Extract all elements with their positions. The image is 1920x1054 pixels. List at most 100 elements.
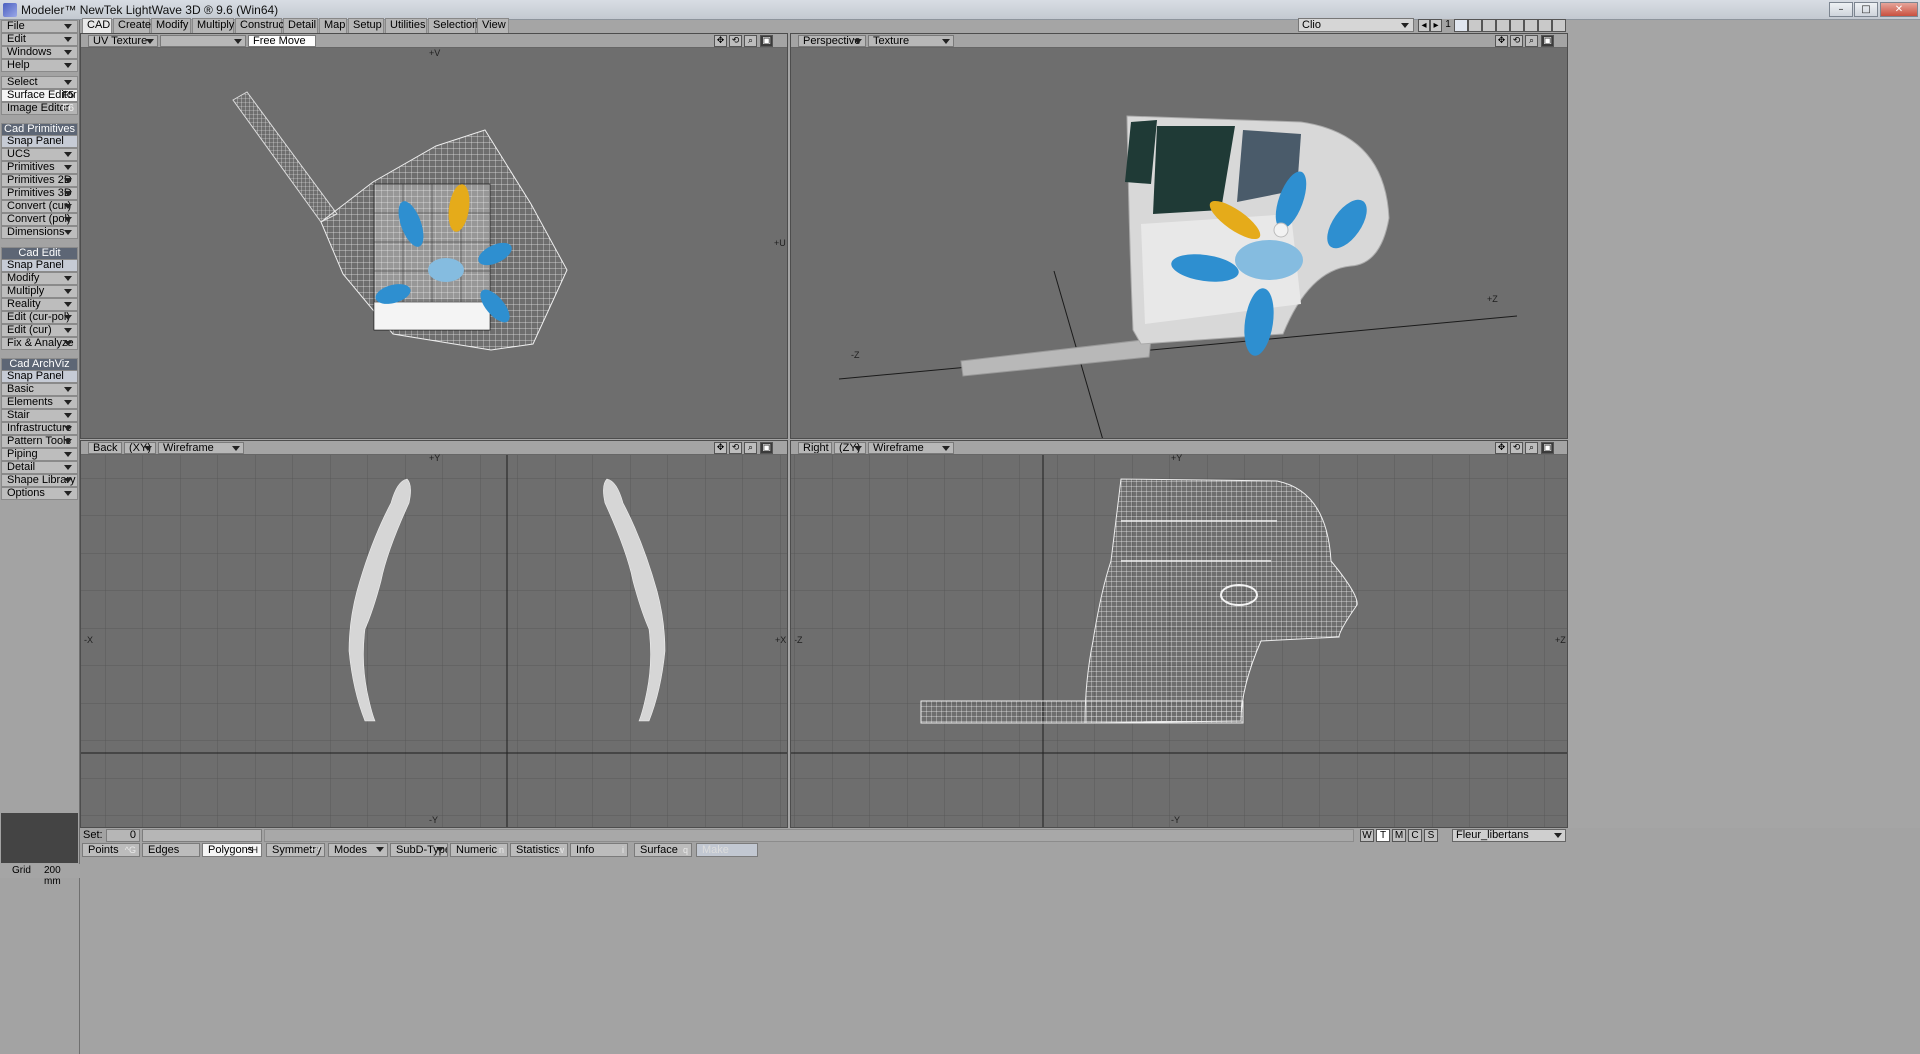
tab-cad[interactable]: CAD xyxy=(82,18,112,33)
uv-map-canvas xyxy=(232,91,568,351)
points-label: Points xyxy=(88,844,119,856)
surface-select[interactable]: Fleur_libertans xyxy=(1452,829,1566,842)
sidebar-item-elements[interactable]: Elements xyxy=(1,396,78,409)
sidebar-item-modify[interactable]: Modify xyxy=(1,272,78,285)
sidebar-item-convert-pol[interactable]: Convert (pol) xyxy=(1,213,78,226)
layer-prev-button[interactable]: ◂ xyxy=(1418,19,1430,32)
menu-windows[interactable]: Windows xyxy=(1,46,78,59)
menu-file[interactable]: File xyxy=(1,20,78,33)
sidebar-item-multiply[interactable]: Multiply xyxy=(1,285,78,298)
wtmcs-c-button[interactable]: C xyxy=(1408,829,1422,842)
subd-type-dropdown[interactable]: SubD-Type xyxy=(390,843,448,857)
points-mode-button[interactable]: Points ^G xyxy=(82,843,140,857)
right-view-canvas xyxy=(791,455,1567,827)
wtmcs-w-button[interactable]: W xyxy=(1360,829,1374,842)
wtmcs-m-button[interactable]: M xyxy=(1392,829,1406,842)
polygons-mode-button[interactable]: Polygons ^H xyxy=(202,843,262,857)
snap-panel-button-1[interactable]: Snap Panel xyxy=(1,135,78,148)
layer-next-button[interactable]: ▸ xyxy=(1430,19,1442,32)
wtmcs-t-button[interactable]: T xyxy=(1376,829,1390,842)
set-label: Set: xyxy=(83,829,103,841)
tab-create[interactable]: Create xyxy=(113,18,151,33)
app-logo-icon xyxy=(3,3,17,17)
sidebar-item-options[interactable]: Options xyxy=(1,487,78,500)
modes-dropdown[interactable]: Modes xyxy=(328,843,388,857)
tab-map[interactable]: Map xyxy=(319,18,347,33)
grid-label: Grid xyxy=(12,865,31,876)
layer-number: 1 xyxy=(1442,19,1454,32)
sidebar-item-pattern-tools[interactable]: Pattern Tools xyxy=(1,435,78,448)
tab-utilities[interactable]: Utilities xyxy=(385,18,427,33)
status-toolbar: Set: 0 Points ^G Edges Polygons ^H Symmetr… xyxy=(80,828,1920,1054)
maximize-button[interactable]: □ xyxy=(1854,2,1878,17)
menu-edit[interactable]: Edit xyxy=(1,33,78,46)
grid-size-readout: Grid 200 mm xyxy=(0,864,80,887)
symmetry-shortcut: +Y xyxy=(309,845,321,855)
sidebar-item-shape-library[interactable]: Shape Library xyxy=(1,474,78,487)
tab-modify[interactable]: Modify xyxy=(151,18,191,33)
tab-multiply[interactable]: Multiply xyxy=(192,18,234,33)
sidebar-item-infrastructure[interactable]: Infrastructure xyxy=(1,422,78,435)
snap-panel-button-3[interactable]: Snap Panel xyxy=(1,370,78,383)
object-selector[interactable]: Clio xyxy=(1298,18,1414,32)
layer-7-button[interactable] xyxy=(1538,19,1552,32)
surface-label: Surface xyxy=(640,844,678,856)
surface-button[interactable]: Surface q xyxy=(634,843,692,857)
layer-3-button[interactable] xyxy=(1482,19,1496,32)
sidebar-item-piping[interactable]: Piping xyxy=(1,448,78,461)
make-button[interactable]: Make xyxy=(696,843,758,857)
numeric-shortcut: n xyxy=(498,845,504,855)
set-count: 0 xyxy=(106,829,140,842)
menu-help[interactable]: Help xyxy=(1,59,78,72)
polygons-shortcut: ^H xyxy=(247,845,258,855)
layer-1-button[interactable] xyxy=(1454,19,1468,32)
statistics-shortcut: w xyxy=(557,845,565,855)
select-menu[interactable]: Select xyxy=(1,76,78,89)
tab-detail[interactable]: Detail xyxy=(283,18,318,33)
symmetry-button[interactable]: Symmetry +Y xyxy=(266,843,325,857)
surface-editor-button[interactable]: Surface Editor F5 xyxy=(1,89,78,102)
sidebar-item-edit-cur[interactable]: Edit (cur) xyxy=(1,324,78,337)
modeler-window: Modeler™ NewTek LightWave 3D ® 9.6 (Win6… xyxy=(0,0,1920,1054)
sidebar-item-primitives[interactable]: Primitives xyxy=(1,161,78,174)
sidebar-empty-panel xyxy=(1,813,78,863)
sidebar-item-ucs[interactable]: UCS xyxy=(1,148,78,161)
minimize-button[interactable]: – xyxy=(1829,2,1853,17)
edges-mode-button[interactable]: Edges xyxy=(142,843,200,857)
snap-panel-button-2[interactable]: Snap Panel xyxy=(1,259,78,272)
sidebar-item-detail[interactable]: Detail xyxy=(1,461,78,474)
layer-5-button[interactable] xyxy=(1510,19,1524,32)
sidebar-item-primitives-3d[interactable]: Primitives 3D xyxy=(1,187,78,200)
sidebar-item-basic[interactable]: Basic xyxy=(1,383,78,396)
info-button[interactable]: Info i xyxy=(570,843,628,857)
tab-selection[interactable]: Selection xyxy=(428,18,478,33)
grid-value: 200 mm xyxy=(44,865,61,887)
layer-2-button[interactable] xyxy=(1468,19,1482,32)
sidebar-item-reality[interactable]: Reality xyxy=(1,298,78,311)
layer-4-button[interactable] xyxy=(1496,19,1510,32)
statistics-button[interactable]: Statistics w xyxy=(510,843,568,857)
viewport-uv-texture[interactable]: UV Texture Free Move ✥ ⟲ ⌕ ▣ +V +U xyxy=(80,33,788,439)
sidebar-item-fix-analyze[interactable]: Fix & Analyze xyxy=(1,337,78,350)
image-editor-shortcut: F6 xyxy=(62,103,74,114)
tab-view[interactable]: View xyxy=(477,18,509,33)
viewport-back[interactable]: Back (XY) Wireframe ✥ ⟲ ⌕ ▣ +Y -X +X -Y xyxy=(80,440,788,828)
numeric-button[interactable]: Numeric n xyxy=(450,843,508,857)
sidebar-item-convert-cur[interactable]: Convert (cur) xyxy=(1,200,78,213)
image-editor-button[interactable]: Image Editor F6 xyxy=(1,102,78,115)
layer-8-button[interactable] xyxy=(1552,19,1566,32)
selection-set-field[interactable] xyxy=(142,829,262,842)
sidebar-item-edit-cur-pol[interactable]: Edit (cur-pol) xyxy=(1,311,78,324)
tab-construct[interactable]: Construct xyxy=(235,18,287,33)
toolbar-sidebar: File Edit Windows Help Select Surface Ed… xyxy=(0,20,80,1054)
sidebar-item-primitives-2d[interactable]: Primitives 2D xyxy=(1,174,78,187)
sidebar-item-dimensions[interactable]: Dimensions xyxy=(1,226,78,239)
wtmcs-s-button[interactable]: S xyxy=(1424,829,1438,842)
viewport-perspective[interactable]: Perspective Texture ✥ ⟲ ⌕ ▣ X +Z -Z xyxy=(790,33,1568,439)
viewport-right[interactable]: Right (ZY) Wireframe ✥ ⟲ ⌕ ▣ +Y -Z +Z -Y xyxy=(790,440,1568,828)
window-title: Modeler™ NewTek LightWave 3D ® 9.6 (Win6… xyxy=(21,3,279,17)
sidebar-item-stair[interactable]: Stair xyxy=(1,409,78,422)
layer-6-button[interactable] xyxy=(1524,19,1538,32)
tab-setup[interactable]: Setup xyxy=(348,18,384,33)
close-button[interactable]: ✕ xyxy=(1880,2,1918,17)
